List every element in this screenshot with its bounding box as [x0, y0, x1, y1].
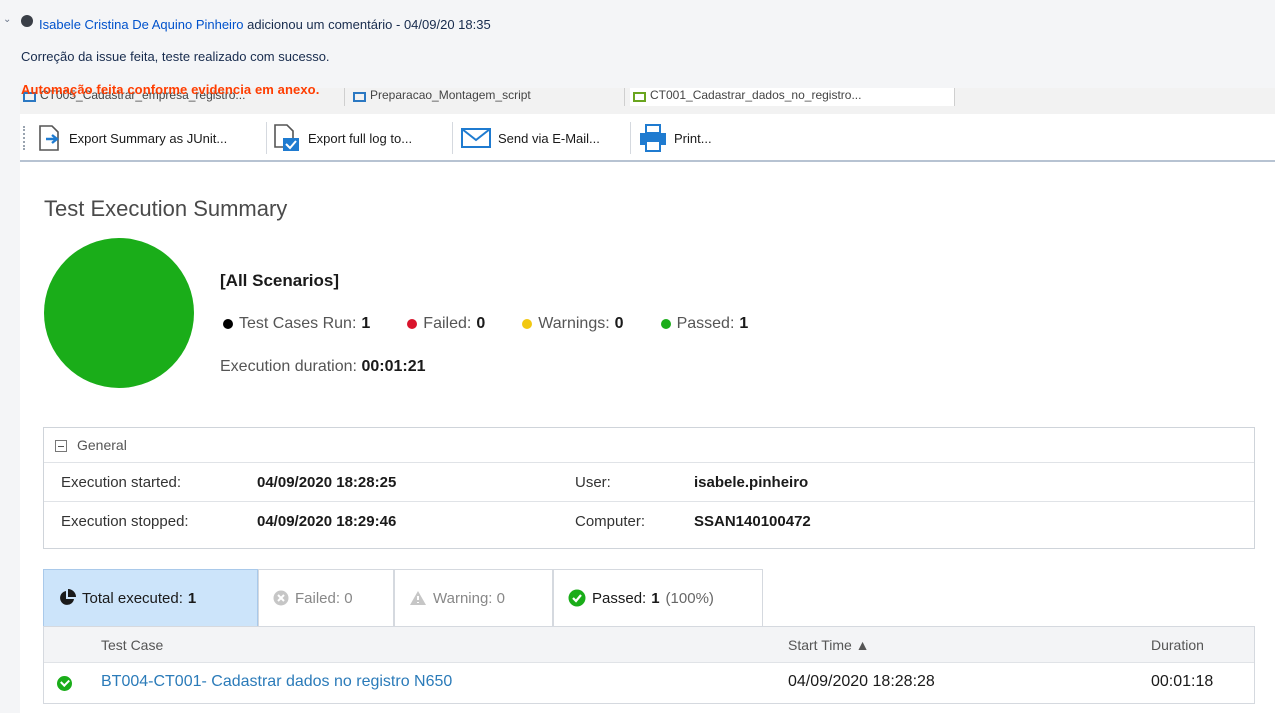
column-header-duration[interactable]: Duration: [1151, 637, 1204, 653]
results-table-header: Test Case Start Time ▲ Duration: [44, 627, 1254, 663]
duration-label: Execution duration:: [220, 358, 357, 375]
execution-duration: Execution duration: 00:01:21: [220, 358, 425, 376]
comment-header: ⌄ Isabele Cristina De Aquino Pinheiro ad…: [0, 0, 1275, 52]
toolbar-separator: [452, 122, 453, 154]
editor-tab[interactable]: Preparacao_Montagem_script: [350, 88, 625, 106]
column-header-test-case[interactable]: Test Case: [101, 637, 163, 653]
stopped-label: Execution stopped:: [61, 513, 189, 530]
tab-failed[interactable]: Failed: 0: [258, 569, 394, 626]
export-junit-button[interactable]: Export Summary as JUnit...: [37, 123, 227, 153]
started-value: 04/09/2020 18:28:25: [257, 474, 397, 491]
check-circle-icon: [568, 589, 586, 607]
stat-value: 0: [476, 315, 486, 332]
comment-author-line: Isabele Cristina De Aquino Pinheiro adic…: [39, 17, 491, 32]
export-log-label: Export full log to...: [308, 130, 413, 146]
printer-icon: [640, 124, 666, 152]
print-button[interactable]: Print...: [638, 123, 712, 153]
summary-stats: Test Cases Run: 1 Failed: 0 Warnings: 0 …: [223, 315, 785, 333]
duration-value: 00:01:21: [361, 358, 426, 375]
failed-icon: [273, 590, 289, 606]
stat-test-cases-run: Test Cases Run: 1: [223, 315, 370, 333]
stat-failed: Failed: 0: [407, 315, 485, 333]
warning-icon: [410, 591, 426, 605]
stat-value: 1: [739, 315, 749, 332]
general-row: Execution stopped: 04/09/2020 18:29:46 C…: [44, 502, 1254, 541]
stat-label: Passed:: [676, 315, 735, 332]
result-filter-tabs: Total executed: 1 Failed: 0 Warning: 0 P…: [43, 569, 763, 626]
general-heading: General: [77, 437, 127, 453]
user-value: isabele.pinheiro: [694, 474, 809, 491]
tab-percent: (100%): [665, 589, 714, 607]
send-email-button[interactable]: Send via E-Mail...: [460, 123, 600, 153]
comment-highlight: Automação feita conforme evidencia em an…: [21, 82, 320, 97]
start-time-cell: 04/09/2020 18:28:28: [788, 673, 935, 690]
computer-value: SSAN140100472: [694, 513, 811, 530]
avatar[interactable]: [21, 15, 33, 27]
export-junit-label: Export Summary as JUnit...: [69, 130, 228, 146]
passed-icon: [57, 676, 72, 691]
duration-cell: 00:01:18: [1151, 673, 1214, 690]
general-panel-header[interactable]: General: [44, 428, 1254, 463]
send-email-label: Send via E-Mail...: [498, 130, 600, 146]
tab-value: 1: [187, 589, 197, 607]
editor-tab-label: Preparacao_Montagem_script: [370, 88, 531, 102]
collapse-icon[interactable]: [55, 440, 67, 452]
toolbar-grip[interactable]: [23, 126, 25, 150]
general-panel: General Execution started: 04/09/2020 18…: [43, 427, 1255, 549]
stat-value: 0: [614, 315, 624, 332]
comment-author-link[interactable]: Isabele Cristina De Aquino Pinheiro: [39, 17, 244, 32]
file-icon: [353, 92, 366, 102]
export-log-icon: [274, 124, 299, 151]
comment-meta: adicionou um comentário - 04/09/20 18:35: [247, 17, 491, 32]
user-label: User:: [575, 474, 611, 491]
general-row: Execution started: 04/09/2020 18:28:25 U…: [44, 463, 1254, 502]
pie-icon: [60, 589, 76, 605]
stopped-value: 04/09/2020 18:29:46: [257, 513, 397, 530]
attached-screenshot: CT005_Cadastrar_empresa_registro... Prep…: [20, 88, 1275, 713]
table-row[interactable]: BT004-CT001- Cadastrar dados no registro…: [44, 663, 1254, 703]
report-toolbar: Export Summary as JUnit... Export full l…: [20, 114, 1275, 162]
column-header-start-time[interactable]: Start Time ▲: [788, 637, 870, 653]
result-pie-chart: [44, 238, 194, 388]
stat-value: 1: [361, 315, 371, 332]
editor-tab-label: CT001_Cadastrar_dados_no_registro...: [650, 88, 862, 102]
export-icon: [39, 125, 59, 151]
started-label: Execution started:: [61, 474, 182, 491]
chevron-down-icon[interactable]: ⌄: [3, 14, 13, 25]
toolbar-separator: [266, 122, 267, 154]
tab-passed[interactable]: Passed: 1 (100%): [553, 569, 763, 626]
tab-label: Failed: 0: [295, 589, 353, 607]
report-icon: [633, 92, 646, 102]
tab-total-executed[interactable]: Total executed: 1: [43, 569, 258, 626]
computer-label: Computer:: [575, 513, 646, 530]
stat-dot: [223, 319, 233, 329]
toolbar-separator: [630, 122, 631, 154]
tab-label: Warning: 0: [433, 589, 505, 607]
stat-warnings: Warnings: 0: [522, 315, 624, 333]
page-title: Test Execution Summary: [44, 196, 288, 221]
stat-label: Test Cases Run:: [239, 315, 357, 332]
tab-value: 1: [651, 589, 660, 607]
tab-label: Total executed:: [82, 589, 183, 607]
print-label: Print...: [674, 130, 712, 146]
results-table: Test Case Start Time ▲ Duration BT004-CT…: [43, 626, 1255, 704]
stat-dot: [407, 319, 418, 329]
test-case-link[interactable]: BT004-CT001- Cadastrar dados no registro…: [101, 673, 452, 691]
editor-tab-active[interactable]: CT001_Cadastrar_dados_no_registro...: [630, 88, 955, 106]
comment-body: Correção da issue feita, teste realizado…: [21, 49, 330, 64]
scenario-heading: [All Scenarios]: [220, 271, 340, 290]
mail-icon: [461, 128, 491, 148]
tab-warning[interactable]: Warning: 0: [394, 569, 553, 626]
stat-passed: Passed: 1: [660, 315, 749, 333]
stat-dot: [660, 319, 671, 329]
stat-label: Failed:: [423, 315, 472, 332]
stat-label: Warnings:: [538, 315, 610, 332]
tab-label: Passed:: [592, 589, 647, 607]
export-log-button[interactable]: Export full log to...: [272, 123, 412, 153]
stat-dot: [522, 319, 533, 329]
